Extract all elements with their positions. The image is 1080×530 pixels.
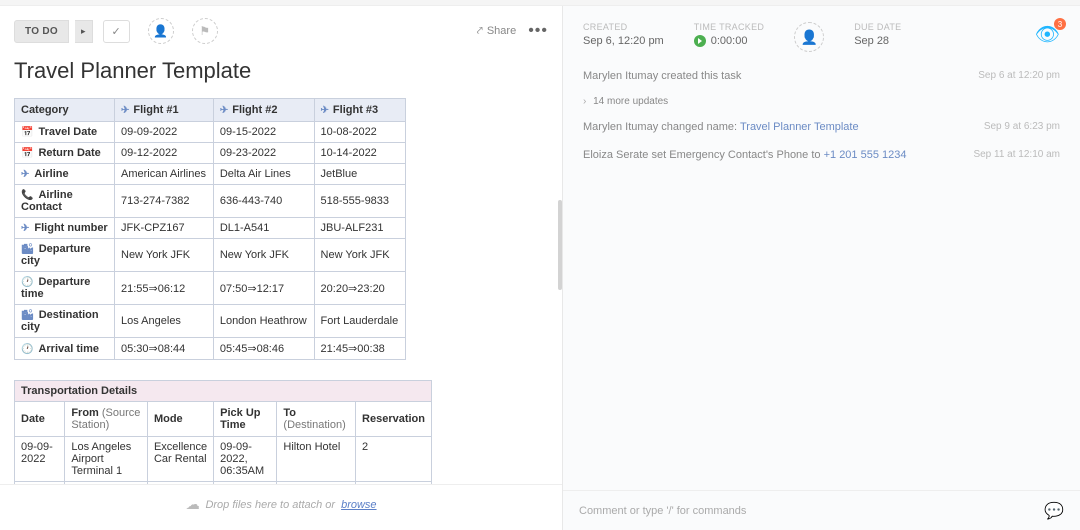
complete-check-button[interactable]: ✓ [103, 20, 130, 43]
task-toolbar: TO DO ▸ ✓ 👤 ⚑ ⤤ Share ••• [0, 6, 562, 56]
task-title[interactable]: Travel Planner Template [14, 58, 548, 84]
activity-item: Marylen Itumay created this task Sep 6 a… [583, 62, 1060, 90]
table-row: 🕐Arrival time05:30⇒08:4405:45⇒08:4621:45… [15, 338, 406, 360]
attachment-dropzone[interactable]: ☁ Drop files here to attach or browse [0, 484, 562, 524]
share-label: Share [487, 25, 516, 37]
priority-flag-icon[interactable]: ⚑ [192, 18, 218, 44]
col-flight3: ✈Flight #3 [314, 99, 405, 122]
col-to: To (Destination) [277, 402, 356, 437]
col-reservation: Reservation [356, 402, 432, 437]
status-next-button[interactable]: ▸ [75, 20, 93, 43]
expand-updates-button[interactable]: › 14 more updates [583, 90, 1060, 113]
task-name-link[interactable]: Travel Planner Template [740, 121, 859, 133]
table-row: 📅Return Date09-12-202209-23-202210-14-20… [15, 143, 406, 164]
table-row: 📅Travel Date09-09-202209-15-202210-08-20… [15, 122, 406, 143]
col-pickup: Pick Up Time [214, 402, 277, 437]
comment-placeholder: Comment or type '/' for commands [579, 505, 746, 517]
col-mode: Mode [147, 402, 213, 437]
dropzone-text: Drop files here to attach or [205, 499, 335, 511]
col-category: Category [15, 99, 115, 122]
col-flight1: ✈Flight #1 [115, 99, 214, 122]
task-meta-header: CREATED Sep 6, 12:20 pm TIME TRACKED 0:0… [563, 6, 1080, 62]
col-from: From (Source Station) [65, 402, 148, 437]
col-date: Date [15, 402, 65, 437]
play-icon[interactable] [694, 35, 706, 47]
meta-due-date[interactable]: DUE DATE Sep 28 [854, 22, 901, 47]
status-button[interactable]: TO DO [14, 20, 69, 43]
activity-item: Marylen Itumay changed name: Travel Plan… [583, 113, 1060, 141]
col-flight2: ✈Flight #2 [213, 99, 314, 122]
table-row: 🏙Destination cityLos AngelesLondon Heath… [15, 305, 406, 338]
meta-time-tracked[interactable]: TIME TRACKED 0:00:00 [694, 22, 764, 47]
activity-item: Eloiza Serate set Emergency Contact's Ph… [583, 141, 1060, 169]
transportation-table: Transportation Details Date From (Source… [14, 380, 432, 484]
share-button[interactable]: ⤤ Share [477, 25, 517, 38]
watch-count-badge: 3 [1054, 18, 1066, 30]
meta-created: CREATED Sep 6, 12:20 pm [583, 22, 664, 47]
chevron-right-icon: › [583, 96, 586, 107]
phone-link[interactable]: +1 201 555 1234 [824, 149, 907, 161]
comment-input-bar[interactable]: Comment or type '/' for commands 💬 [563, 490, 1080, 530]
table-row: 🏙Departure cityNew York JFKNew York JFKN… [15, 239, 406, 272]
table-row: 🕐Departure time21:55⇒06:1207:50⇒12:1720:… [15, 272, 406, 305]
activity-feed: Marylen Itumay created this task Sep 6 a… [563, 62, 1080, 169]
comment-bubble-icon[interactable]: 💬 [1044, 501, 1064, 521]
trans-title: Transportation Details [15, 381, 432, 402]
table-row: ✈Flight numberJFK-CPZ167DL1-A541JBU-ALF2… [15, 218, 406, 239]
assignee-avatar-placeholder[interactable]: 👤 [794, 22, 824, 52]
flights-table: Category ✈Flight #1 ✈Flight #2 ✈Flight #… [14, 98, 406, 360]
share-icon: ⤤ [477, 25, 483, 38]
table-row: 📞Airline Contact713-274-7382636-443-7405… [15, 185, 406, 218]
watchers-button[interactable]: 👁 3 [1035, 22, 1060, 47]
browse-link[interactable]: browse [341, 499, 376, 511]
table-row: 09-09-2022Los Angeles Airport Terminal 1… [15, 437, 432, 482]
table-row: ✈AirlineAmerican AirlinesDelta Air Lines… [15, 164, 406, 185]
more-menu-icon[interactable]: ••• [528, 22, 548, 40]
scrollbar[interactable] [558, 200, 562, 290]
cloud-upload-icon: ☁ [185, 496, 199, 513]
assignee-add-icon[interactable]: 👤 [148, 18, 174, 44]
